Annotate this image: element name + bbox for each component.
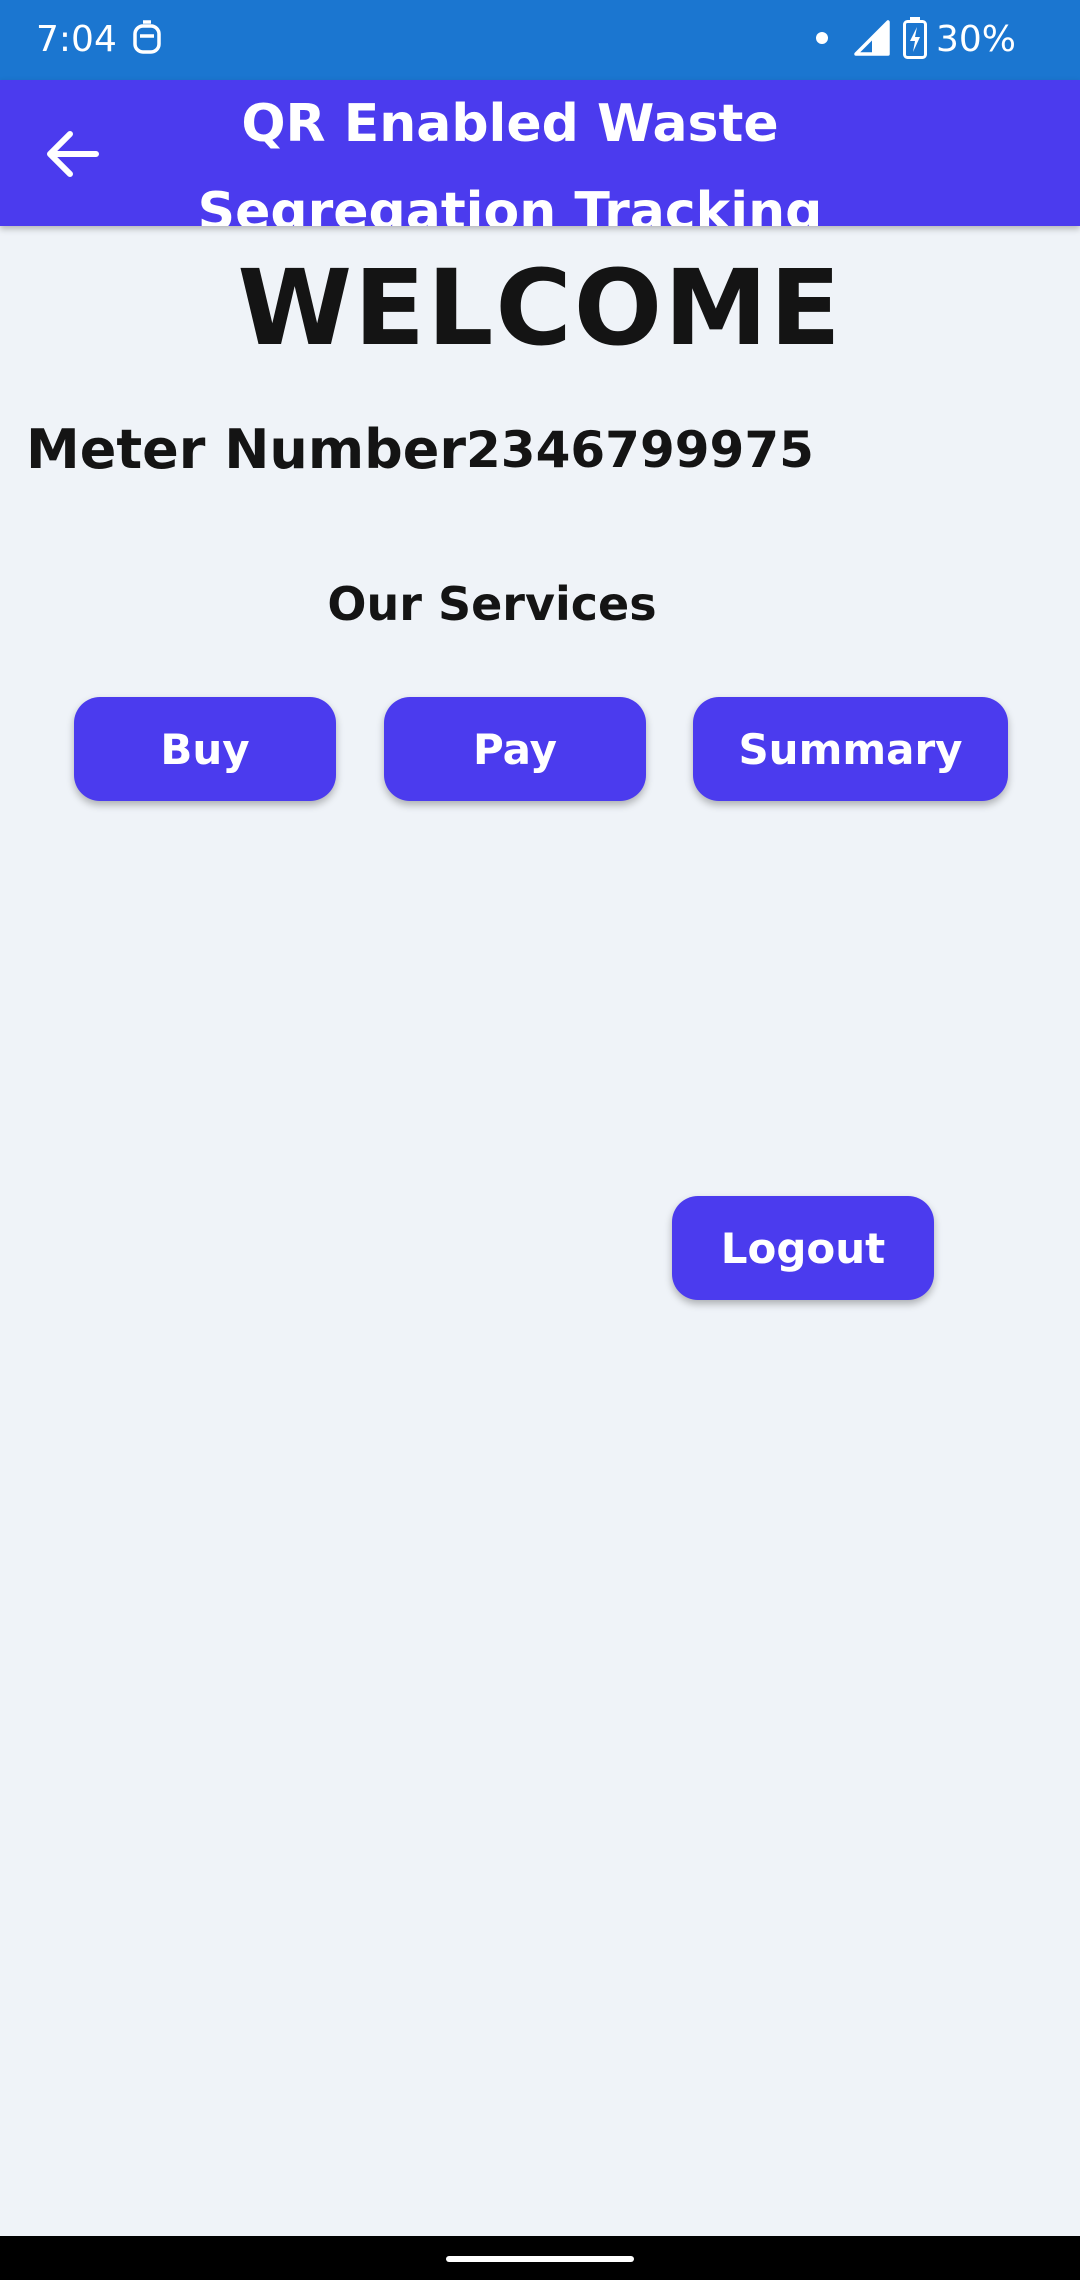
status-bar: 7:04 30% <box>0 0 1080 80</box>
summary-button[interactable]: Summary <box>693 697 1008 801</box>
home-indicator[interactable] <box>446 2256 634 2262</box>
navigation-bar <box>0 2236 1080 2280</box>
dot-icon <box>816 32 828 44</box>
welcome-heading: WELCOME <box>237 247 843 369</box>
arrow-back-icon <box>44 129 100 183</box>
battery-percent: 30% <box>936 19 1017 60</box>
app-bar: QR Enabled Waste Segregation Tracking <box>0 80 1080 226</box>
cell-signal-icon <box>852 18 892 58</box>
pay-button[interactable]: Pay <box>384 697 646 801</box>
screen: 7:04 30% QR Enabled Waste Segregation Tr… <box>0 0 1080 2280</box>
buy-button[interactable]: Buy <box>74 697 336 801</box>
back-button[interactable] <box>24 116 120 196</box>
battery-charging-icon <box>902 16 928 60</box>
logout-button[interactable]: Logout <box>672 1196 934 1300</box>
services-title: Our Services <box>327 577 657 631</box>
meter-number-value: 2346799975 <box>466 421 814 479</box>
app-title: QR Enabled Waste Segregation Tracking <box>197 94 823 226</box>
status-time: 7:04 <box>36 19 117 60</box>
notification-app-icon <box>132 18 162 58</box>
meter-number-label: Meter Number <box>26 418 467 481</box>
